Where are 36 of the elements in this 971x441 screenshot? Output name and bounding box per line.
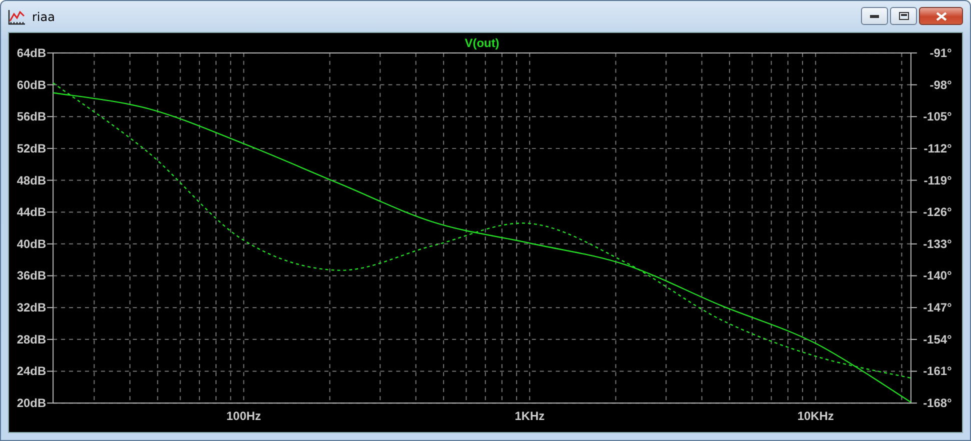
minimize-button[interactable]	[861, 7, 888, 25]
close-icon	[936, 12, 946, 20]
tick-label: 100Hz	[226, 409, 262, 424]
tick-label: 28dB	[16, 332, 46, 346]
tick-label: 24dB	[16, 364, 46, 378]
tick-label: -147°	[923, 300, 952, 315]
tick-label: 48dB	[16, 173, 46, 188]
tick-label: -112°	[924, 141, 952, 156]
tick-label: 20dB	[16, 396, 46, 410]
tick-label: 64dB	[16, 46, 46, 60]
tick-label: -168°	[923, 396, 952, 410]
tick-label: 32dB	[16, 300, 46, 315]
tick-label: 52dB	[16, 141, 46, 156]
plot-title: V(out)	[464, 36, 500, 50]
tick-label: 10KHz	[797, 409, 834, 424]
tick-label: -133°	[923, 236, 952, 251]
tick-label: -154°	[923, 332, 952, 346]
tick-label: 36dB	[16, 268, 46, 283]
maximize-button[interactable]	[890, 7, 917, 25]
tick-label: -126°	[923, 205, 952, 220]
window-title: riaa	[32, 10, 56, 24]
minimize-icon	[870, 14, 879, 18]
tick-label: -161°	[923, 364, 952, 378]
tick-label: 1KHz	[514, 409, 545, 424]
tick-label: -119°	[924, 173, 952, 188]
tick-label: -98°	[930, 78, 952, 92]
tick-label: 44dB	[16, 205, 46, 220]
tick-label: 56dB	[16, 110, 46, 124]
chart-icon	[8, 8, 26, 24]
maximize-icon	[898, 12, 908, 20]
tick-label: 60dB	[16, 78, 46, 92]
tick-label: -140°	[923, 268, 952, 283]
tick-label: -105°	[923, 110, 952, 124]
tick-label: 40dB	[16, 236, 46, 251]
tick-label: -91°	[930, 46, 952, 60]
close-button[interactable]	[919, 7, 963, 25]
